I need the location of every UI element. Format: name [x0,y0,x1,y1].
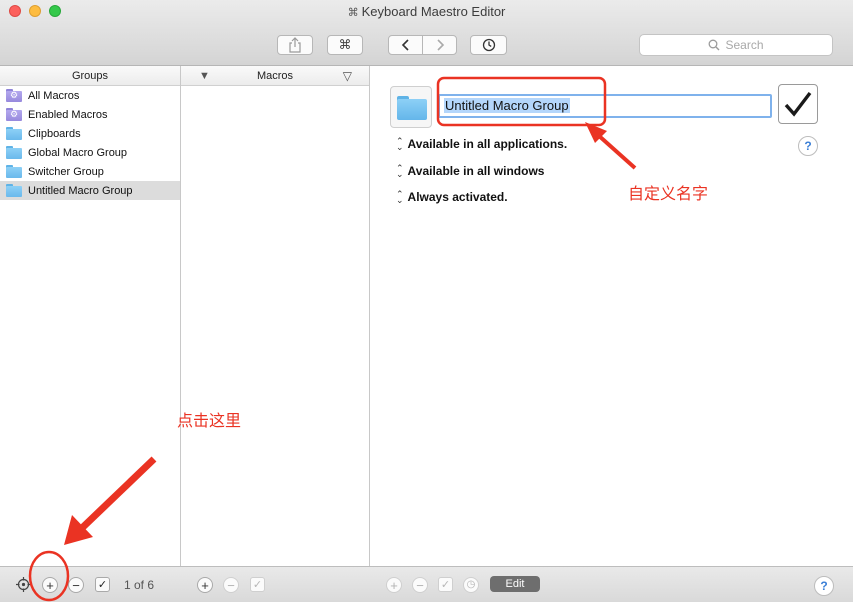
remove-action-button[interactable]: − [412,577,428,593]
search-icon [709,39,720,51]
remove-group-button[interactable]: − [68,577,84,593]
window-title: ⌘ Keyboard Maestro Editor [347,4,506,19]
folder-icon [397,96,427,120]
checkmark-icon: ✓ [440,579,451,591]
remove-macro-button[interactable]: − [223,577,239,593]
group-item-all-macros[interactable]: All Macros [0,86,180,105]
search-placeholder: Search [725,38,764,52]
clock-icon [482,38,495,52]
checkmark-icon: ✓ [252,579,263,591]
enable-macro-toggle[interactable]: ✓ [250,577,265,592]
updown-arrows-icon: ⌃ ⌄ [396,163,404,179]
availability-windows-popup[interactable]: ⌃ ⌄ Available in all windows [396,163,544,179]
minus-icon: − [227,577,235,593]
clock-icon: ◷ [466,579,476,590]
group-item-enabled-macros[interactable]: Enabled Macros [0,105,180,124]
group-count: 1 of 6 [124,578,155,592]
macros-header[interactable]: ▼ Macros ▽ [181,66,369,86]
folder-icon [6,146,22,159]
crosshair-icon [16,577,31,592]
filter-triangle-icon[interactable]: ▽ [343,69,352,83]
app-command-icon: ⌘ [347,7,359,19]
group-item-untitled-macro-group[interactable]: Untitled Macro Group [0,181,180,200]
plus-icon: + [201,577,209,593]
bottom-help-button[interactable]: ? [814,576,834,596]
updown-arrows-icon: ⌃ ⌄ [396,189,404,205]
target-group-button[interactable] [16,577,31,595]
add-macro-button[interactable]: + [197,577,213,593]
minus-icon: − [72,577,80,593]
checkmark-icon [784,91,812,117]
smart-folder-icon [6,89,22,102]
groups-list: All Macros Enabled Macros Clipboards Glo… [0,86,180,200]
group-item-switcher-group[interactable]: Switcher Group [0,162,180,181]
recent-history-button[interactable] [470,35,507,55]
command-keys-button[interactable]: ⌘ [327,35,363,55]
plus-icon: + [46,577,54,593]
updown-arrows-icon: ⌃ ⌄ [396,136,404,152]
folder-icon [6,184,22,197]
group-name-field[interactable]: Untitled Macro Group [438,94,772,118]
chevron-right-icon [436,39,444,51]
group-icon-well[interactable] [390,86,432,128]
folder-icon [6,127,22,140]
window-titlebar: ⌘ Keyboard Maestro Editor ⌘ Search [0,0,853,66]
history-button[interactable]: ◷ [463,577,479,593]
smart-folder-icon [6,108,22,121]
folder-icon [6,165,22,178]
group-detail-pane: Untitled Macro Group ? ⌃ ⌄ Available in a… [370,66,853,566]
command-icon: ⌘ [338,37,352,52]
group-item-global-macro-group[interactable]: Global Macro Group [0,143,180,162]
search-field[interactable]: Search [639,34,833,56]
forward-button[interactable] [422,35,457,55]
share-icon [289,37,301,53]
back-button[interactable] [388,35,423,55]
group-enabled-checkbox[interactable] [778,84,818,124]
enable-action-toggle[interactable]: ✓ [438,577,453,592]
macros-column: ▼ Macros ▽ [181,66,370,566]
sort-triangle-icon[interactable]: ▼ [199,70,210,82]
activation-popup[interactable]: ⌃ ⌄ Always activated. [396,189,508,205]
groups-header[interactable]: Groups [0,66,180,86]
add-action-button[interactable]: + [386,577,402,593]
checkmark-icon: ✓ [97,579,108,591]
enable-group-toggle[interactable]: ✓ [95,577,110,592]
help-button[interactable]: ? [798,136,818,156]
rename-annotation: 自定义名字 [628,186,709,203]
plus-icon: + [390,577,398,593]
share-button[interactable] [277,35,313,55]
bottom-bar: + − ✓ 1 of 6 + − ✓ + − ✓ ◷ Edit ? [0,566,853,602]
add-group-button[interactable]: + [42,577,58,593]
edit-button[interactable]: Edit [490,576,540,592]
groups-column: Groups All Macros Enabled Macros Clipboa… [0,66,181,566]
click-here-annotation: 点击这里 [177,413,242,430]
minus-icon: − [416,577,424,593]
chevron-left-icon [401,39,409,51]
group-item-clipboards[interactable]: Clipboards [0,124,180,143]
availability-applications-popup[interactable]: ⌃ ⌄ Available in all applications. [396,136,567,152]
